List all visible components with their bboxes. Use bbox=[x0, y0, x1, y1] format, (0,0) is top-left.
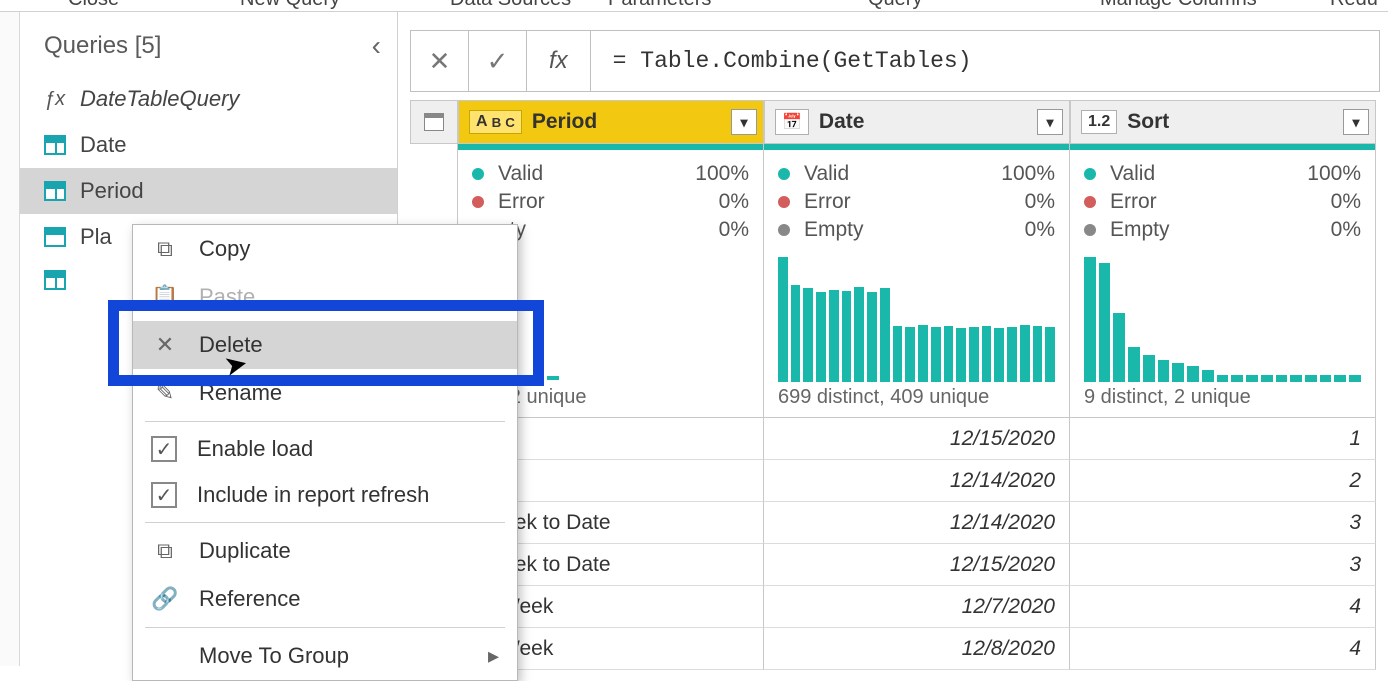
data-rows: 12/15/20201day12/14/20202t Week to Date1… bbox=[410, 418, 1388, 670]
rename-icon: ✎ bbox=[151, 379, 179, 407]
cell-date[interactable]: 12/15/2020 bbox=[764, 544, 1070, 586]
ctx-include-refresh[interactable]: ✓ Include in report refresh bbox=[133, 472, 517, 518]
cell-date[interactable]: 12/14/2020 bbox=[764, 460, 1070, 502]
ribbon-close[interactable]: Close bbox=[68, 0, 119, 11]
ctx-copy[interactable]: ⧉ Copy bbox=[133, 225, 517, 273]
cell-sort[interactable]: 4 bbox=[1070, 586, 1376, 628]
table-question-icon bbox=[44, 227, 66, 247]
column-filter-dropdown[interactable]: ▾ bbox=[1037, 109, 1063, 135]
cell-date[interactable]: 12/8/2020 bbox=[764, 628, 1070, 670]
ribbon: Close New Query Data Sources Parameters … bbox=[0, 0, 1388, 12]
column-header-date[interactable]: 📅 Date ▾ bbox=[764, 100, 1070, 144]
distinct-label: 699 distinct, 409 unique bbox=[764, 382, 1069, 418]
ribbon-parameters[interactable]: Parameters bbox=[608, 0, 711, 11]
ctx-reference[interactable]: 🔗 Reference bbox=[133, 575, 517, 623]
datatype-date-icon[interactable]: 📅 bbox=[775, 109, 809, 135]
duplicate-icon: ⧉ bbox=[151, 537, 179, 565]
cell-date[interactable]: 12/15/2020 bbox=[764, 418, 1070, 460]
queries-title: Queries [5] bbox=[44, 32, 161, 60]
ribbon-new-query[interactable]: New Query bbox=[240, 0, 340, 11]
table-row[interactable]: day12/14/20202 bbox=[410, 460, 1388, 502]
ribbon-reduce[interactable]: Redu bbox=[1330, 0, 1378, 11]
cell-sort[interactable]: 2 bbox=[1070, 460, 1376, 502]
left-rail bbox=[0, 12, 20, 666]
distinct-label: 9 distinct, 2 unique bbox=[1070, 382, 1375, 418]
query-label: Period bbox=[80, 178, 144, 204]
column-header-sort[interactable]: 1.2 Sort ▾ bbox=[1070, 100, 1376, 144]
datatype-text-icon[interactable]: ABC bbox=[469, 110, 522, 134]
editor-content: ✕ ✓ fx = Table.Combine(GetTables) ABC Pe… bbox=[398, 12, 1388, 666]
table-icon bbox=[44, 270, 66, 290]
ctx-delete[interactable]: ✕ Delete bbox=[133, 321, 517, 369]
column-filter-dropdown[interactable]: ▾ bbox=[1343, 109, 1369, 135]
column-profile-sort: Valid100% Error0% Empty0% 9 distinct, 2 … bbox=[1070, 144, 1376, 418]
ctx-paste: 📋 Paste bbox=[133, 273, 517, 321]
formula-text[interactable]: = Table.Combine(GetTables) bbox=[591, 48, 972, 74]
copy-icon: ⧉ bbox=[151, 235, 179, 263]
column-name: Sort bbox=[1127, 110, 1169, 134]
column-name: Period bbox=[532, 110, 597, 134]
query-item-period[interactable]: Period bbox=[20, 168, 397, 214]
table-icon bbox=[44, 135, 66, 155]
data-grid: ABC Period ▾ 📅 Date ▾ 1.2 Sort bbox=[410, 100, 1388, 670]
checked-icon: ✓ bbox=[151, 482, 177, 508]
query-item-datetablequery[interactable]: ƒx DateTableQuery bbox=[20, 76, 397, 122]
ribbon-query[interactable]: Query bbox=[868, 0, 922, 11]
query-context-menu: ⧉ Copy 📋 Paste ✕ Delete ✎ Rename ✓ Enabl… bbox=[132, 224, 518, 681]
column-header-period[interactable]: ABC Period ▾ bbox=[458, 100, 764, 144]
ribbon-manage-columns[interactable]: Manage Columns bbox=[1100, 0, 1257, 11]
rownum-header[interactable] bbox=[410, 100, 458, 144]
close-icon: ✕ bbox=[151, 331, 179, 359]
ctx-rename[interactable]: ✎ Rename bbox=[133, 369, 517, 417]
column-sparkline-date bbox=[764, 250, 1069, 382]
column-sparkline-sort bbox=[1070, 250, 1375, 382]
column-filter-dropdown[interactable]: ▾ bbox=[731, 109, 757, 135]
chevron-right-icon: ▸ bbox=[488, 643, 499, 669]
reference-icon: 🔗 bbox=[151, 585, 179, 613]
query-label: Date bbox=[80, 132, 126, 158]
table-row[interactable]: t Week to Date12/14/20203 bbox=[410, 502, 1388, 544]
ctx-enable-load[interactable]: ✓ Enable load bbox=[133, 426, 517, 472]
fx-icon[interactable]: fx bbox=[527, 31, 591, 91]
cell-sort[interactable]: 3 bbox=[1070, 544, 1376, 586]
table-row[interactable]: 12/15/20201 bbox=[410, 418, 1388, 460]
cell-sort[interactable]: 4 bbox=[1070, 628, 1376, 670]
query-label: DateTableQuery bbox=[80, 86, 239, 112]
query-item-date[interactable]: Date bbox=[20, 122, 397, 168]
cell-date[interactable]: 12/7/2020 bbox=[764, 586, 1070, 628]
formula-commit-button[interactable]: ✓ bbox=[469, 31, 527, 91]
ctx-move-to-group[interactable]: Move To Group ▸ bbox=[133, 632, 517, 680]
formula-bar: ✕ ✓ fx = Table.Combine(GetTables) bbox=[410, 30, 1380, 92]
column-profile-date: Valid100% Error0% Empty0% 699 distinct, … bbox=[764, 144, 1070, 418]
ribbon-data-sources[interactable]: Data Sources bbox=[450, 0, 571, 11]
cell-sort[interactable]: 3 bbox=[1070, 502, 1376, 544]
table-row[interactable]: t Week to Date12/15/20203 bbox=[410, 544, 1388, 586]
query-label: Pla bbox=[80, 224, 112, 250]
paste-icon: 📋 bbox=[151, 283, 179, 311]
checked-icon: ✓ bbox=[151, 436, 177, 462]
datatype-number-icon[interactable]: 1.2 bbox=[1081, 110, 1117, 134]
table-row[interactable]: us Week12/7/20204 bbox=[410, 586, 1388, 628]
table-row[interactable]: us Week12/8/20204 bbox=[410, 628, 1388, 670]
ctx-duplicate[interactable]: ⧉ Duplicate bbox=[133, 527, 517, 575]
table-icon bbox=[44, 181, 66, 201]
column-name: Date bbox=[819, 110, 865, 134]
cell-sort[interactable]: 1 bbox=[1070, 418, 1376, 460]
table-icon bbox=[424, 113, 444, 131]
fx-icon: ƒx bbox=[44, 88, 66, 111]
formula-cancel-button[interactable]: ✕ bbox=[411, 31, 469, 91]
cell-date[interactable]: 12/14/2020 bbox=[764, 502, 1070, 544]
collapse-sidebar-icon[interactable]: ‹ bbox=[372, 30, 381, 62]
